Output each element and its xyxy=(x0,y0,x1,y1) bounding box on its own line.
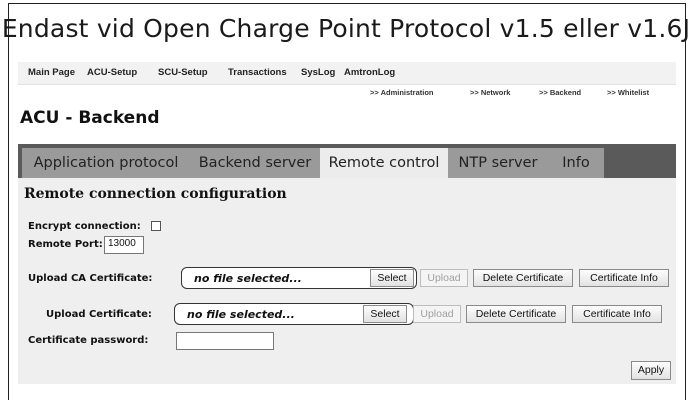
page-title: ACU - Backend xyxy=(20,108,160,128)
ca-upload-button[interactable]: Upload xyxy=(420,269,468,287)
nav-syslog[interactable]: SysLog xyxy=(301,67,335,78)
tab-application-protocol[interactable]: Application protocol xyxy=(22,148,190,178)
cert-certificate-info-button[interactable]: Certificate Info xyxy=(572,305,662,323)
remote-control-panel: Remote connection configuration Encrypt … xyxy=(18,178,676,384)
breadcrumb-network[interactable]: >> Network xyxy=(470,88,510,97)
nav-scu-setup[interactable]: SCU-Setup xyxy=(158,67,208,78)
section-title: Remote connection configuration xyxy=(24,186,287,202)
tab-info[interactable]: Info xyxy=(548,148,604,178)
tab-backend-server[interactable]: Backend server xyxy=(190,148,320,178)
remote-port-field[interactable]: 13000 xyxy=(104,236,144,254)
breadcrumb-whitelist[interactable]: >> Whitelist xyxy=(607,88,649,97)
top-navigation: Main Page ACU-Setup SCU-Setup Transactio… xyxy=(18,62,676,85)
certificate-password-label: Certificate password: xyxy=(28,335,149,346)
apply-button[interactable]: Apply xyxy=(631,361,671,380)
upload-certificate-label: Upload Certificate: xyxy=(46,309,152,320)
tab-remote-control[interactable]: Remote control xyxy=(320,148,448,178)
breadcrumb-administration[interactable]: >> Administration xyxy=(370,88,433,97)
nav-transactions[interactable]: Transactions xyxy=(228,67,287,78)
ca-delete-certificate-button[interactable]: Delete Certificate xyxy=(473,269,573,287)
nav-acu-setup[interactable]: ACU-Setup xyxy=(87,67,137,78)
cert-select-button[interactable]: Select xyxy=(363,305,407,323)
cert-upload-button[interactable]: Upload xyxy=(413,305,461,323)
certificate-password-field[interactable] xyxy=(176,332,274,350)
upload-ca-certificate-label: Upload CA Certificate: xyxy=(28,273,153,284)
tab-bar: Application protocol Backend server Remo… xyxy=(18,144,676,178)
tab-ntp-server[interactable]: NTP server xyxy=(448,148,548,178)
ca-certificate-info-button[interactable]: Certificate Info xyxy=(579,269,669,287)
certificate-filename: no file selected... xyxy=(187,308,295,321)
encrypt-connection-checkbox[interactable] xyxy=(151,221,161,231)
ca-select-button[interactable]: Select xyxy=(370,269,414,287)
web-ui-screenshot: Main Page ACU-Setup SCU-Setup Transactio… xyxy=(18,62,676,392)
nav-amtronlog[interactable]: AmtronLog xyxy=(344,67,395,78)
breadcrumb-backend[interactable]: >> Backend xyxy=(539,88,581,97)
encrypt-connection-label: Encrypt connection: xyxy=(28,221,141,232)
nav-main-page[interactable]: Main Page xyxy=(28,67,75,78)
cert-delete-certificate-button[interactable]: Delete Certificate xyxy=(466,305,566,323)
ca-certificate-filename: no file selected... xyxy=(194,272,302,285)
document-caption: Endast vid Open Charge Point Protocol v1… xyxy=(1,14,691,43)
remote-port-label: Remote Port: xyxy=(28,239,103,250)
